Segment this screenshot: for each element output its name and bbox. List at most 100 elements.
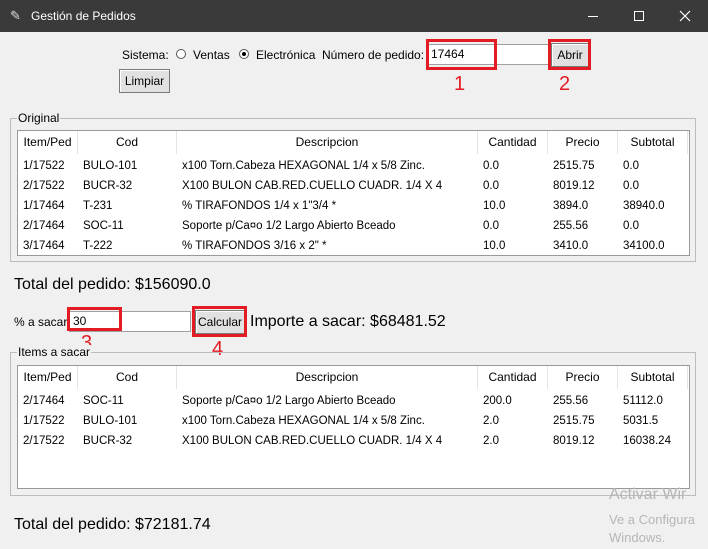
cell: SOC-11 — [83, 395, 124, 407]
original-group-title: Original — [17, 111, 61, 125]
items-sacar-table[interactable]: Item/Ped Cod Descripcion Cantidad Precio… — [17, 365, 690, 489]
original-table-header: Item/Ped Cod Descripcion Cantidad Precio… — [18, 131, 688, 154]
table-row[interactable]: 2/17464 SOC-11 Soporte p/Ca¤o 1/2 Largo … — [18, 216, 688, 236]
minimize-icon — [588, 15, 598, 17]
cell: 2515.75 — [553, 160, 595, 172]
cell: 0.0 — [483, 160, 499, 172]
window-title: Gestión de Pedidos — [31, 9, 136, 23]
limpiar-button[interactable]: Limpiar — [119, 69, 170, 93]
table-row[interactable]: 1/17464 T-231 % TIRAFONDOS 1/4 x 1"3/4 *… — [18, 196, 688, 216]
cell: 1/17522 — [23, 415, 65, 427]
cell: 0.0 — [483, 180, 499, 192]
cell: 200.0 — [483, 395, 512, 407]
table-row[interactable]: 1/17522 BULO-101 x100 Torn.Cabeza HEXAGO… — [18, 156, 688, 176]
cell: 8019.12 — [553, 180, 595, 192]
cell: Soporte p/Ca¤o 1/2 Largo Abierto Bceado — [182, 220, 396, 232]
cell: 0.0 — [623, 220, 639, 232]
close-button[interactable] — [662, 0, 708, 32]
cell: BULO-101 — [83, 160, 138, 172]
cell: 3894.0 — [553, 200, 589, 212]
cell: x100 Torn.Cabeza HEXAGONAL 1/4 x 5/8 Zin… — [182, 415, 425, 427]
cell: 255.56 — [553, 395, 589, 407]
cell: 10.0 — [483, 240, 506, 252]
activation-watermark-line2: Ve a Configura — [609, 512, 696, 527]
cell: 8019.12 — [553, 435, 595, 447]
annotation-box-3 — [67, 307, 122, 331]
radio-ventas[interactable] — [176, 49, 186, 59]
cell: Soporte p/Ca¤o 1/2 Largo Abierto Bceado — [182, 395, 396, 407]
col-header-cod[interactable]: Cod — [78, 366, 177, 389]
pct-label: % a sacar: — [14, 315, 71, 329]
cell: 0.0 — [623, 180, 639, 192]
table-row[interactable]: 2/17464 SOC-11 Soporte p/Ca¤o 1/2 Largo … — [18, 391, 688, 411]
col-header-subtotal[interactable]: Subtotal — [618, 131, 688, 154]
feather-icon: ✎ — [10, 8, 21, 23]
col-header-descripcion[interactable]: Descripcion — [177, 366, 478, 389]
cell: 0.0 — [623, 160, 639, 172]
table-row[interactable]: 3/17464 T-222 % TIRAFONDOS 3/16 x 2" * 1… — [18, 236, 688, 255]
table-row[interactable]: 2/17522 BUCR-32 X100 BULON CAB.RED.CUELL… — [18, 176, 688, 196]
cell: BULO-101 — [83, 415, 138, 427]
col-header-item[interactable]: Item/Ped — [18, 366, 78, 389]
cell: 2.0 — [483, 415, 499, 427]
cell: X100 BULON CAB.RED.CUELLO CUADR. 1/4 X 4 — [182, 180, 443, 192]
cell: 3410.0 — [553, 240, 589, 252]
cell: 5031.5 — [623, 415, 659, 427]
cell: SOC-11 — [83, 220, 124, 232]
pedido-label: Número de pedido: — [322, 48, 425, 62]
annotation-box-4 — [192, 306, 247, 337]
radio-electronica[interactable] — [239, 49, 249, 59]
table-row[interactable]: 1/17522 BULO-101 x100 Torn.Cabeza HEXAGO… — [18, 411, 688, 431]
cell: 2/17522 — [23, 435, 65, 447]
importe-text: Importe a sacar: $68481.52 — [250, 313, 446, 330]
original-table[interactable]: Item/Ped Cod Descripcion Cantidad Precio… — [17, 130, 690, 256]
annotation-box-1 — [426, 39, 497, 70]
client-area: Sistema: Ventas Electrónica Número de pe… — [1, 32, 707, 549]
total-final-text: Total del pedido: $72181.74 — [14, 516, 211, 533]
col-header-descripcion[interactable]: Descripcion — [177, 131, 478, 154]
table-row[interactable]: 2/17522 BUCR-32 X100 BULON CAB.RED.CUELL… — [18, 431, 688, 451]
cell: X100 BULON CAB.RED.CUELLO CUADR. 1/4 X 4 — [182, 435, 443, 447]
col-header-cod[interactable]: Cod — [78, 131, 177, 154]
cell: 2/17522 — [23, 180, 65, 192]
cell: 10.0 — [483, 200, 506, 212]
col-header-precio[interactable]: Precio — [548, 131, 618, 154]
cell: T-231 — [83, 200, 113, 212]
title-bar: ✎ Gestión de Pedidos — [0, 0, 708, 32]
cell: 51112.0 — [623, 395, 663, 407]
col-header-precio[interactable]: Precio — [548, 366, 618, 389]
items-sacar-group-title: Items a sacar — [17, 345, 92, 359]
cell: BUCR-32 — [83, 435, 133, 447]
cell: % TIRAFONDOS 3/16 x 2" * — [182, 240, 327, 252]
cell: 38940.0 — [623, 200, 665, 212]
cell: T-222 — [83, 240, 113, 252]
cell: BUCR-32 — [83, 180, 133, 192]
total-pedido-text: Total del pedido: $156090.0 — [14, 276, 211, 293]
cell: 2/17464 — [23, 395, 65, 407]
cell: 1/17522 — [23, 160, 65, 172]
radio-electronica-label[interactable]: Electrónica — [256, 48, 315, 62]
cell: 0.0 — [483, 220, 499, 232]
cell: % TIRAFONDOS 1/4 x 1"3/4 * — [182, 200, 337, 212]
maximize-icon — [634, 11, 644, 21]
maximize-button[interactable] — [616, 0, 662, 32]
annotation-number-1: 1 — [454, 73, 466, 95]
col-header-cantidad[interactable]: Cantidad — [478, 131, 548, 154]
cell: x100 Torn.Cabeza HEXAGONAL 1/4 x 5/8 Zin… — [182, 160, 425, 172]
annotation-number-2: 2 — [559, 73, 571, 95]
cell: 3/17464 — [23, 240, 65, 252]
cell: 1/17464 — [23, 200, 65, 212]
annotation-box-2 — [548, 39, 591, 70]
minimize-button[interactable] — [570, 0, 616, 32]
items-sacar-table-header: Item/Ped Cod Descripcion Cantidad Precio… — [18, 366, 688, 389]
activation-watermark-line3: Windows. — [609, 530, 666, 545]
col-header-cantidad[interactable]: Cantidad — [478, 366, 548, 389]
col-header-item[interactable]: Item/Ped — [18, 131, 78, 154]
cell: 2515.75 — [553, 415, 595, 427]
col-header-subtotal[interactable]: Subtotal — [618, 366, 688, 389]
cell: 16038.24 — [623, 435, 671, 447]
cell: 2.0 — [483, 435, 499, 447]
cell: 255.56 — [553, 220, 589, 232]
cell: 34100.0 — [623, 240, 665, 252]
radio-ventas-label[interactable]: Ventas — [193, 48, 230, 62]
